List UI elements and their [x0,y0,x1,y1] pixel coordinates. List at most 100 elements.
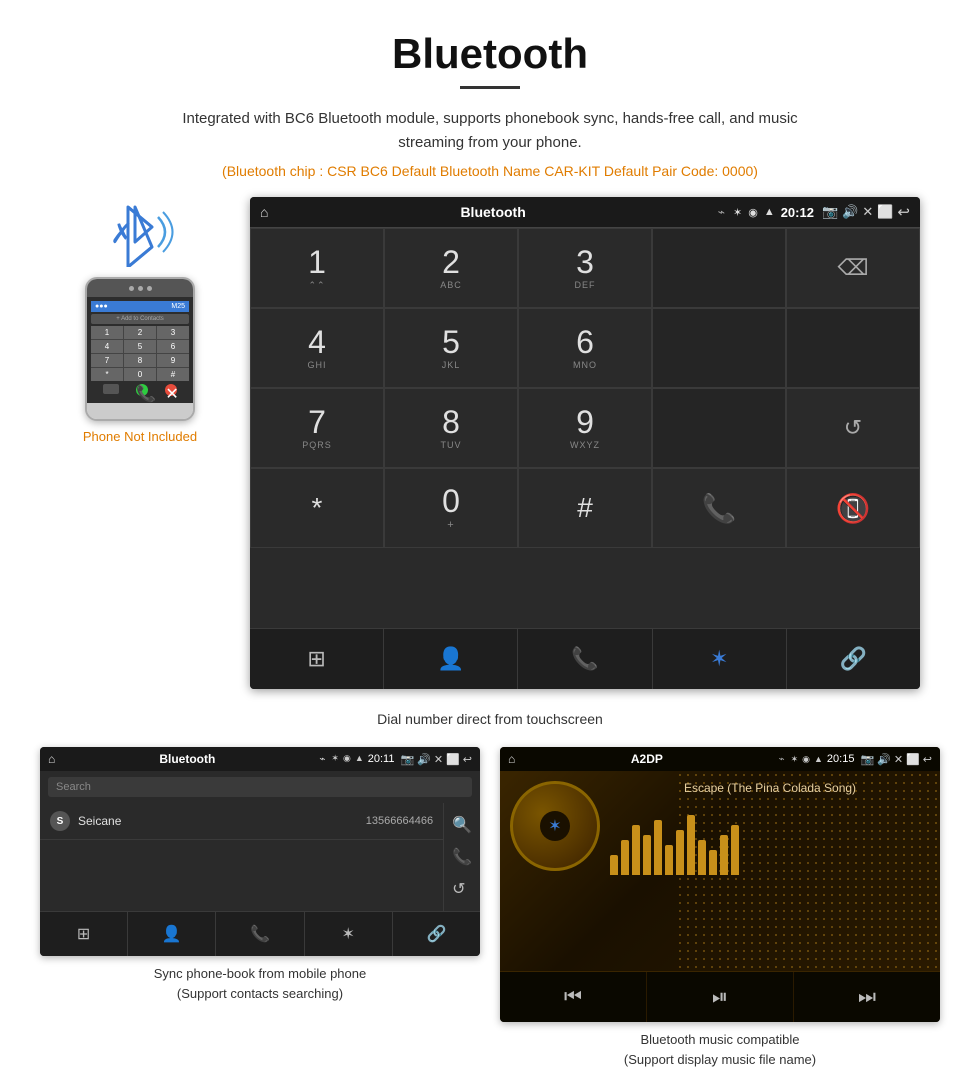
music-caption: Bluetooth music compatible(Support displ… [624,1030,816,1069]
key-1[interactable]: 1 ⌃⌃ [250,228,384,308]
key-5[interactable]: 5 JKL [384,308,518,388]
pb-toolbar: ⊞ 👤 📞 ✶ 🔗 [40,911,480,956]
phone-key-9[interactable]: 9 [157,354,189,367]
contact-phone: 13566664466 [366,815,433,827]
key-6[interactable]: 6 MNO [518,308,652,388]
music-close-icon[interactable]: ✕ [894,753,903,766]
music-bar [676,830,684,875]
pb-back-icon[interactable]: ↩ [463,753,472,766]
phone-not-included: Phone Not Included [83,429,197,444]
toolbar-contacts[interactable]: 👤 [384,629,518,689]
music-action-icons: 📷 🔊 ✕ ⬜ ↩ [860,753,932,766]
toolbar-apps[interactable]: ⊞ [250,629,384,689]
phone-key-4[interactable]: 4 [91,340,123,353]
key-3[interactable]: 3 DEF [518,228,652,308]
bt-music-icon: ✶ [548,816,561,836]
pb-title: Bluetooth [61,752,313,766]
phone-bottom-row: 📞 ✕ [91,381,189,399]
search-icon[interactable]: 🔍 [452,815,472,835]
music-home-icon[interactable]: ⌂ [508,752,515,766]
music-caption-text: Bluetooth music compatible(Support displ… [624,1032,816,1067]
key-backspace[interactable]: ⌫ [786,228,920,308]
close-icon[interactable]: ✕ [862,204,873,220]
key-2-label: 2 [442,246,460,278]
music-back-icon[interactable]: ↩ [923,753,932,766]
camera-icon[interactable]: 📷 [822,204,838,220]
pb-close-icon[interactable]: ✕ [434,753,443,766]
key-9[interactable]: 9 WXYZ [518,388,652,468]
pb-bt-btn[interactable]: ✶ [305,912,393,956]
music-bars [610,815,930,875]
music-bar [632,825,640,875]
key-refresh[interactable]: ↺ [786,388,920,468]
toolbar-phone[interactable]: 📞 [518,629,652,689]
contact-letter: S [50,811,70,831]
phone-key-6[interactable]: 6 [157,340,189,353]
main-screen-area: ✗ ●●● M25 + [0,197,980,699]
phone-key-0[interactable]: 0 [124,368,156,381]
key-end-call[interactable]: 📵 [786,468,920,548]
window-icon[interactable]: ⬜ [877,204,893,220]
pb-home-icon[interactable]: ⌂ [48,752,55,766]
pb-action-icons: 📷 🔊 ✕ ⬜ ↩ [400,753,472,766]
pb-camera-icon[interactable]: 📷 [400,753,414,766]
dial-caption: Dial number direct from touchscreen [0,699,980,747]
play-pause-btn[interactable]: ⏯ [647,972,794,1022]
phone-key-2[interactable]: 2 [124,326,156,339]
key-2-sub: ABC [440,280,462,290]
key-5-sub: JKL [442,360,461,370]
phone-key-5[interactable]: 5 [124,340,156,353]
back-icon[interactable]: ↩ [897,203,910,221]
phonebook-caption-text: Sync phone-book from mobile phone(Suppor… [154,966,366,1001]
contact-row[interactable]: S Seicane 13566664466 [40,803,443,840]
car-toolbar: ⊞ 👤 📞 ✶ 🔗 [250,628,920,689]
key-0[interactable]: 0 + [384,468,518,548]
search-bar[interactable]: Search [48,777,472,797]
toolbar-link[interactable]: 🔗 [787,629,920,689]
phone-end[interactable]: ✕ [165,384,177,396]
pb-phone-btn[interactable]: 📞 [216,912,304,956]
phone-key-3[interactable]: 3 [157,326,189,339]
phone-key-7[interactable]: 7 [91,354,123,367]
pb-user-btn[interactable]: 👤 [128,912,216,956]
phone-cancel [103,384,119,394]
music-vol-icon[interactable]: 🔊 [877,753,891,766]
call-side-icon[interactable]: 📞 [452,847,472,867]
page-title: Bluetooth [0,0,980,86]
key-2[interactable]: 2 ABC [384,228,518,308]
key-star[interactable]: * [250,468,384,548]
key-call[interactable]: 📞 [652,468,786,548]
car-home-icon[interactable]: ⌂ [260,204,268,220]
phone-top-bar [87,279,193,297]
pb-bt-icon: ✶ [331,753,339,765]
next-btn[interactable]: ⏭ [794,972,940,1022]
music-camera-icon[interactable]: 📷 [860,753,874,766]
pb-link-btn[interactable]: 🔗 [393,912,480,956]
prev-btn[interactable]: ⏮ [500,972,647,1022]
phone-call[interactable]: 📞 [136,384,148,396]
location-icon: ◉ [748,206,758,219]
bottom-screenshots: ⌂ Bluetooth ⌁ ✶ ◉ ▲ 20:11 📷 🔊 ✕ ⬜ ↩ [0,747,980,1089]
phone-key-8[interactable]: 8 [124,354,156,367]
phone-key-hash[interactable]: # [157,368,189,381]
refresh-side-icon[interactable]: ↺ [452,879,472,899]
pb-apps-btn[interactable]: ⊞ [40,912,128,956]
music-sig-icon: ▲ [814,754,823,764]
phone-carrier: ●●● [95,303,108,310]
key-7[interactable]: 7 PQRS [250,388,384,468]
phone-graphic: ✗ ●●● M25 + [60,197,220,444]
pb-window-icon[interactable]: ⬜ [446,753,460,766]
pb-volume-icon[interactable]: 🔊 [417,753,431,766]
key-hash[interactable]: # [518,468,652,548]
dial-keypad: 1 ⌃⌃ 2 ABC 3 DEF ⌫ 4 GHI 5 JKL [250,227,920,628]
toolbar-bluetooth[interactable]: ✶ [653,629,787,689]
volume-icon[interactable]: 🔊 [842,204,858,220]
phone-key-star[interactable]: * [91,368,123,381]
phone-dial-grid: 1 2 3 4 5 6 7 8 9 * 0 # [91,326,189,381]
key-8[interactable]: 8 TUV [384,388,518,468]
music-window-icon[interactable]: ⬜ [906,753,920,766]
phone-key-1[interactable]: 1 [91,326,123,339]
pb-status-bar: ⌂ Bluetooth ⌁ ✶ ◉ ▲ 20:11 📷 🔊 ✕ ⬜ ↩ [40,747,480,771]
key-4[interactable]: 4 GHI [250,308,384,388]
key-7-label: 7 [308,406,326,438]
